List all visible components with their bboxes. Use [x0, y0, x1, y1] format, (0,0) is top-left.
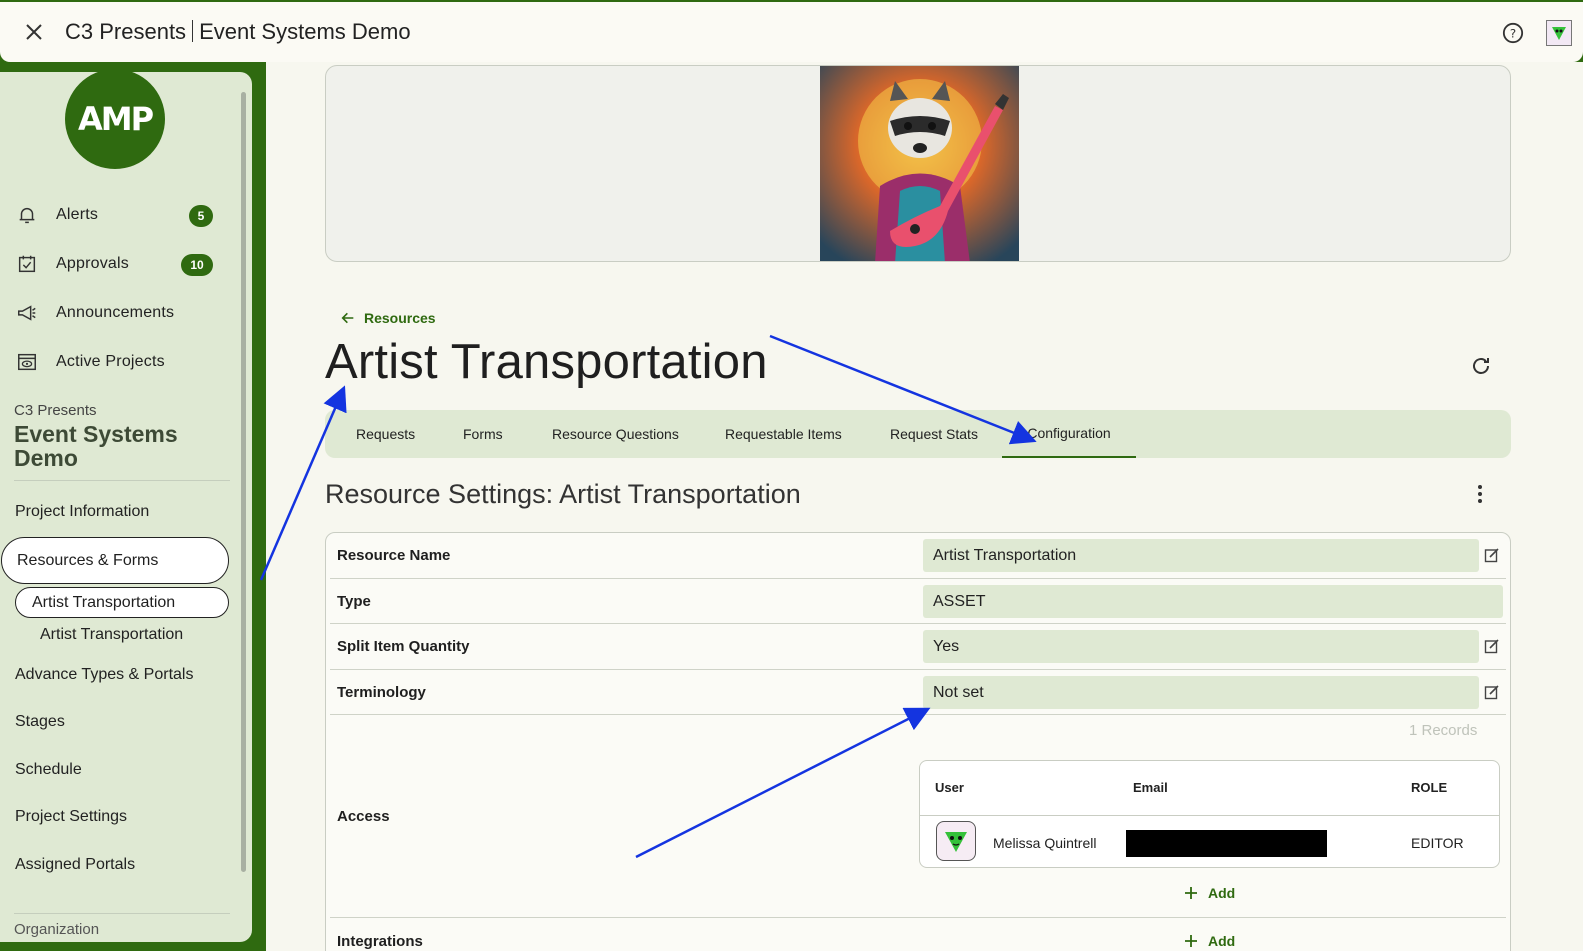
bell-icon	[19, 207, 35, 224]
setting-label: Type	[337, 593, 371, 610]
section-title: Resource Settings: Artist Transportation	[325, 479, 801, 509]
sidebar-item-label: Active Projects	[56, 353, 165, 370]
project-name: Event Systems Demo	[199, 19, 411, 44]
megaphone-icon	[18, 305, 36, 321]
avatar-creature-icon	[945, 832, 967, 852]
alerts-badge: 5	[189, 205, 213, 227]
sidebar-item-schedule[interactable]: Schedule	[15, 761, 82, 779]
calendar-check-icon	[18, 255, 36, 273]
type-value: ASSET	[923, 585, 1503, 618]
user-avatar[interactable]	[1546, 20, 1572, 46]
close-icon[interactable]	[22, 20, 46, 44]
user-name: Melissa Quintrell	[993, 835, 1097, 851]
tab-requestable-items[interactable]: Requestable Items	[725, 410, 842, 458]
top-bar: C3 Presents Event Systems Demo ?	[0, 2, 1583, 62]
access-users-table: User Email ROLE Melissa Quintrell EDITOR	[919, 760, 1500, 868]
app-title: C3 Presents Event Systems Demo	[65, 19, 411, 45]
setting-label: Access	[337, 808, 390, 825]
setting-label: Terminology	[337, 684, 426, 701]
amp-logo: AMP	[65, 72, 165, 169]
sidebar-divider	[14, 480, 230, 481]
setting-label-integrations: Integrations	[337, 933, 423, 950]
resource-banner	[325, 65, 1511, 262]
sidebar: AMP Alerts 5 Approvals 10 Announcements …	[0, 72, 252, 942]
setting-label: Split Item Quantity	[337, 638, 470, 655]
sidebar-project-name: Event Systems Demo	[14, 421, 178, 471]
column-header-role: ROLE	[1411, 780, 1448, 795]
sidebar-section-organization: Organization	[14, 921, 100, 938]
table-header-divider	[920, 815, 1499, 816]
redacted-email	[1126, 830, 1327, 857]
add-access-button[interactable]: Add	[1184, 885, 1235, 901]
svg-text:?: ?	[1510, 27, 1516, 41]
setting-row-type: Type ASSET	[330, 579, 1506, 624]
terminology-value: Not set	[923, 676, 1479, 709]
setting-label: Resource Name	[337, 547, 451, 564]
sidebar-item-stages[interactable]: Stages	[15, 713, 65, 731]
edit-icon[interactable]	[1484, 547, 1500, 563]
resource-settings-card: Resource Name Artist Transportation Type…	[325, 532, 1511, 951]
records-count: 1 Records	[1409, 722, 1478, 739]
user-avatar	[936, 821, 976, 861]
main-content: Resources Artist Transportation Requests…	[266, 62, 1583, 951]
resource-name-value: Artist Transportation	[923, 539, 1479, 572]
approvals-badge: 10	[181, 254, 213, 276]
sidebar-item-project-information[interactable]: Project Information	[15, 503, 149, 521]
setting-row-split-item-quantity: Split Item Quantity Yes	[330, 624, 1506, 670]
sidebar-item-resource-artist-transportation[interactable]: Artist Transportation	[15, 587, 229, 618]
sidebar-scrollbar[interactable]	[241, 92, 246, 872]
split-item-quantity-value: Yes	[923, 630, 1479, 663]
edit-icon[interactable]	[1484, 684, 1500, 700]
logo-text: AMP	[77, 100, 154, 138]
setting-row-terminology: Terminology Not set	[330, 670, 1506, 715]
sidebar-item-active-projects[interactable]: Active Projects	[16, 347, 165, 377]
sidebar-item-label: Announcements	[56, 304, 175, 321]
plus-icon	[1185, 935, 1197, 947]
sidebar-item-label: Alerts	[56, 206, 99, 223]
org-name: C3 Presents	[65, 19, 187, 44]
back-link-label: Resources	[364, 310, 436, 326]
column-header-email: Email	[1133, 780, 1168, 795]
sidebar-item-label: Approvals	[56, 255, 129, 272]
back-to-resources-link[interactable]: Resources	[340, 310, 436, 326]
sidebar-item-alerts[interactable]: Alerts	[16, 200, 98, 230]
add-label: Add	[1208, 933, 1236, 949]
sidebar-item-advance-types[interactable]: Advance Types & Portals	[15, 666, 193, 684]
add-label: Add	[1208, 885, 1236, 901]
tab-resource-questions[interactable]: Resource Questions	[552, 410, 679, 458]
resource-tabs: Requests Forms Resource Questions Reques…	[325, 410, 1511, 458]
sidebar-item-announcements[interactable]: Announcements	[16, 298, 174, 328]
project-view-icon	[18, 353, 36, 371]
arrow-left-icon	[341, 312, 354, 324]
plus-icon	[1185, 887, 1197, 899]
sidebar-item-approvals[interactable]: Approvals	[16, 249, 129, 279]
sidebar-item-resources-forms[interactable]: Resources & Forms	[1, 537, 229, 584]
title-separator	[192, 20, 194, 42]
sidebar-divider	[14, 913, 230, 914]
sidebar-item-label: Resources & Forms	[17, 551, 159, 569]
sidebar-subitem-artist-transportation[interactable]: Artist Transportation	[40, 626, 183, 644]
tab-requests[interactable]: Requests	[356, 410, 415, 458]
tab-request-stats[interactable]: Request Stats	[890, 410, 978, 458]
sidebar-item-project-settings[interactable]: Project Settings	[15, 808, 127, 826]
tab-configuration[interactable]: Configuration	[1002, 410, 1136, 458]
tab-forms[interactable]: Forms	[463, 410, 503, 458]
add-integration-button[interactable]: Add	[1184, 933, 1235, 949]
more-options-icon[interactable]	[1470, 482, 1490, 506]
avatar-creature-icon	[1552, 27, 1566, 40]
sidebar-org-name: C3 Presents	[14, 402, 97, 419]
user-role: EDITOR	[1411, 835, 1464, 851]
help-icon[interactable]: ?	[1502, 22, 1524, 44]
sidebar-item-assigned-portals[interactable]: Assigned Portals	[15, 856, 135, 874]
sidebar-item-label: Artist Transportation	[32, 593, 176, 611]
edit-icon[interactable]	[1484, 638, 1500, 654]
raccoon-guitarist-image	[820, 66, 1019, 261]
setting-row-resource-name: Resource Name Artist Transportation	[330, 533, 1506, 579]
column-header-user: User	[935, 780, 964, 795]
page-title: Artist Transportation	[325, 335, 768, 389]
refresh-icon[interactable]	[1469, 354, 1493, 378]
